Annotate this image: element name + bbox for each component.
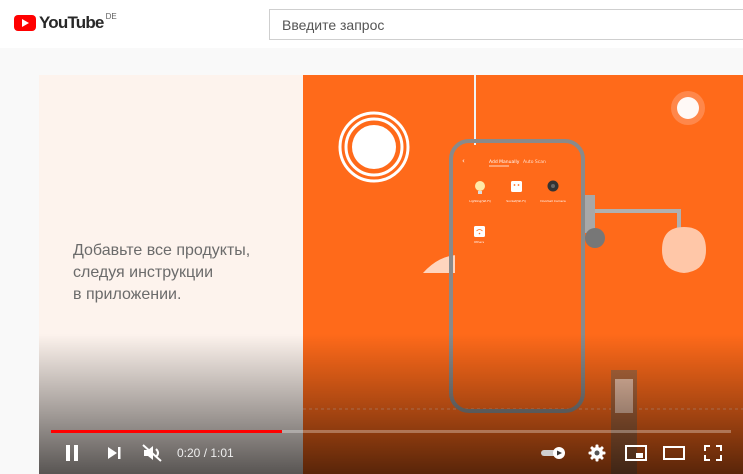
settings-icon [588, 444, 606, 462]
autoplay-toggle[interactable] [539, 439, 569, 467]
video-scene: ‹ Add Manually Auto Scan Lighting(Wi-Fi)… [303, 75, 743, 474]
progress-bar[interactable] [51, 430, 731, 433]
wall-lamp-icon [423, 255, 459, 273]
mute-icon [142, 444, 162, 462]
pause-button[interactable] [61, 439, 83, 467]
youtube-play-icon [14, 15, 36, 31]
camera-icon [547, 180, 559, 192]
phone-mockup: ‹ Add Manually Auto Scan Lighting(Wi-Fi)… [449, 139, 585, 413]
next-button[interactable] [103, 439, 125, 467]
logo-region: DE [105, 11, 117, 21]
theater-mode-button[interactable] [661, 439, 687, 467]
logo-text: YouTube [39, 13, 104, 32]
device-label-others: Others [474, 240, 485, 244]
fullscreen-button[interactable] [701, 439, 725, 467]
ring-lamp-icon [338, 111, 410, 183]
duration: 1:01 [210, 446, 234, 460]
miniplayer-icon [625, 445, 647, 461]
settings-button[interactable] [585, 439, 609, 467]
autoplay-toggle-icon [541, 447, 565, 459]
device-label-camera: Doorbell Camera [540, 199, 566, 203]
phone-tab-manual: Add Manually [489, 159, 520, 165]
wifi-icon [474, 226, 485, 237]
next-icon [108, 447, 121, 459]
fullscreen-icon [704, 445, 722, 461]
masthead: YouTube DE [0, 0, 743, 48]
current-time: 0:20 [177, 446, 201, 460]
pause-icon [66, 445, 78, 461]
progress-fill [51, 430, 283, 433]
time-display: 0:20 / 1:01 [177, 446, 234, 460]
youtube-logo[interactable]: YouTube DE [14, 11, 117, 33]
video-player[interactable]: Добавьте все продукты, следуя инструкции… [39, 75, 743, 474]
theater-icon [663, 446, 685, 460]
phone-tab-scan: Auto Scan [523, 159, 546, 165]
search-input[interactable] [269, 9, 743, 40]
back-chevron-icon: ‹ [462, 157, 465, 165]
socket-icon [511, 181, 522, 192]
miniplayer-button[interactable] [623, 439, 649, 467]
mute-button[interactable] [139, 439, 165, 467]
device-label-lighting: Lighting(Wi-Fi) [469, 199, 491, 203]
pendant-lamp-icon [662, 227, 706, 273]
device-label-socket: Socket(Wi-Fi) [506, 199, 526, 203]
